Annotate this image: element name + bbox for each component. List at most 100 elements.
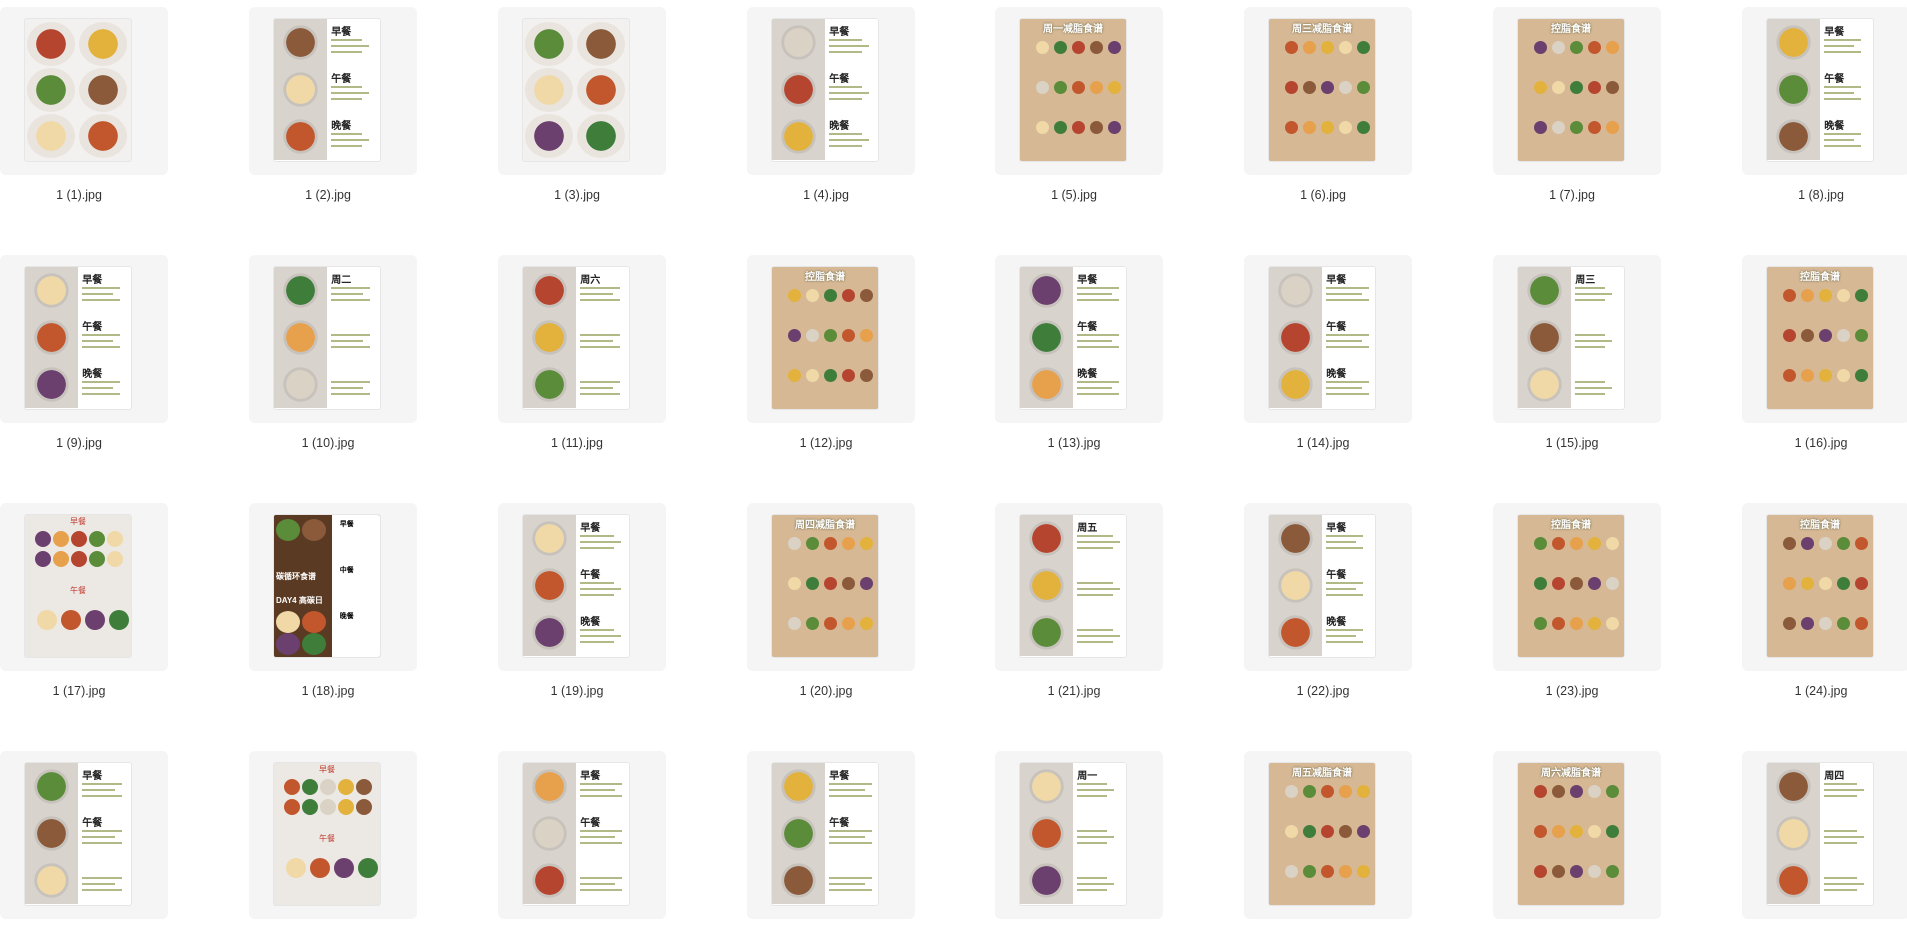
image-thumbnail[interactable]: 早餐 午餐 晚餐	[274, 19, 380, 161]
file-tile[interactable]: 1 (3).jpg	[498, 7, 666, 205]
file-name-label[interactable]: 1 (20).jpg	[747, 684, 905, 698]
file-tile[interactable]: 早餐 午餐	[498, 751, 666, 949]
thumbnail-frame[interactable]: 早餐 午餐 晚餐	[498, 503, 666, 671]
image-thumbnail[interactable]: 周六减脂食谱	[1518, 763, 1624, 905]
file-name-label[interactable]: 1 (17).jpg	[0, 684, 158, 698]
thumbnail-frame[interactable]: 控脂食谱	[1742, 503, 1907, 671]
file-tile[interactable]: 碳循环食谱 DAY4 高碳日 早餐 中餐 晚餐 1 (18).jpg	[249, 503, 417, 701]
image-thumbnail[interactable]: 周四	[1767, 763, 1873, 905]
file-tile[interactable]: 早餐 午餐 1 (17).jpg	[0, 503, 168, 701]
file-tile[interactable]: 周六 1 (11).jpg	[498, 255, 666, 453]
thumbnail-frame[interactable]: 早餐 午餐 晚餐	[1742, 7, 1907, 175]
thumbnail-frame[interactable]	[0, 7, 168, 175]
file-name-label[interactable]: 1 (9).jpg	[0, 436, 158, 450]
thumbnail-frame[interactable]: 早餐 午餐 晚餐	[0, 255, 168, 423]
image-thumbnail[interactable]: 控脂食谱	[1518, 515, 1624, 657]
file-tile[interactable]: 早餐 午餐 晚餐 1 (4).jpg	[747, 7, 915, 205]
thumbnail-frame[interactable]: 周六	[498, 255, 666, 423]
file-name-label[interactable]: 1 (12).jpg	[747, 436, 905, 450]
file-name-label[interactable]: 1 (18).jpg	[249, 684, 407, 698]
image-thumbnail[interactable]: 周三	[1518, 267, 1624, 409]
image-thumbnail[interactable]: 早餐 午餐	[25, 515, 131, 657]
file-name-label[interactable]: 1 (2).jpg	[249, 188, 407, 202]
file-name-label[interactable]: 1 (22).jpg	[1244, 684, 1402, 698]
file-name-label[interactable]: 1 (1).jpg	[0, 188, 158, 202]
image-thumbnail[interactable]: 早餐 午餐	[25, 763, 131, 905]
thumbnail-frame[interactable]: 周三减脂食谱	[1244, 7, 1412, 175]
thumbnail-frame[interactable]: 周五	[995, 503, 1163, 671]
image-thumbnail[interactable]: 控脂食谱	[772, 267, 878, 409]
thumbnail-frame[interactable]: 早餐 午餐 晚餐	[1244, 255, 1412, 423]
file-tile[interactable]: 1 (1).jpg	[0, 7, 168, 205]
thumbnail-frame[interactable]: 控脂食谱	[1493, 7, 1661, 175]
file-tile[interactable]: 早餐 午餐	[249, 751, 417, 949]
file-tile[interactable]: 周一	[995, 751, 1163, 949]
file-tile[interactable]: 早餐 午餐 晚餐 1 (2).jpg	[249, 7, 417, 205]
thumbnail-frame[interactable]: 早餐 午餐 晚餐	[747, 7, 915, 175]
image-thumbnail[interactable]: 碳循环食谱 DAY4 高碳日 早餐 中餐 晚餐	[274, 515, 380, 657]
thumbnail-frame[interactable]: 早餐 午餐	[747, 751, 915, 919]
file-tile[interactable]: 周五 1 (21).jpg	[995, 503, 1163, 701]
thumbnail-frame[interactable]: 周四	[1742, 751, 1907, 919]
file-name-label[interactable]: 1 (23).jpg	[1493, 684, 1651, 698]
thumbnail-frame[interactable]: 早餐 午餐 晚餐	[249, 7, 417, 175]
thumbnail-frame[interactable]: 早餐 午餐	[498, 751, 666, 919]
file-name-label[interactable]: 1 (16).jpg	[1742, 436, 1900, 450]
file-tile[interactable]: 控脂食谱 1 (7).jpg	[1493, 7, 1661, 205]
thumbnail-frame[interactable]: 早餐 午餐	[249, 751, 417, 919]
image-thumbnail[interactable]: 早餐 午餐 晚餐	[1020, 267, 1126, 409]
image-thumbnail[interactable]: 周四减脂食谱	[772, 515, 878, 657]
file-name-label[interactable]: 1 (24).jpg	[1742, 684, 1900, 698]
file-name-label[interactable]: 1 (8).jpg	[1742, 188, 1900, 202]
thumbnail-frame[interactable]: 周三	[1493, 255, 1661, 423]
image-thumbnail[interactable]: 控脂食谱	[1518, 19, 1624, 161]
image-thumbnail[interactable]	[523, 19, 629, 161]
image-thumbnail[interactable]: 早餐 午餐 晚餐	[1269, 267, 1375, 409]
thumbnail-frame[interactable]: 周一	[995, 751, 1163, 919]
thumbnail-frame[interactable]: 早餐 午餐 晚餐	[995, 255, 1163, 423]
file-tile[interactable]: 周三减脂食谱 1 (6).jpg	[1244, 7, 1412, 205]
image-thumbnail[interactable]: 早餐 午餐	[523, 763, 629, 905]
file-tile[interactable]: 周三 1 (15).jpg	[1493, 255, 1661, 453]
thumbnail-frame[interactable]: 周四减脂食谱	[747, 503, 915, 671]
file-name-label[interactable]: 1 (11).jpg	[498, 436, 656, 450]
file-name-label[interactable]: 1 (5).jpg	[995, 188, 1153, 202]
image-thumbnail[interactable]: 早餐 午餐 晚餐	[1269, 515, 1375, 657]
thumbnail-frame[interactable]: 控脂食谱	[1493, 503, 1661, 671]
image-thumbnail[interactable]: 周六	[523, 267, 629, 409]
file-name-label[interactable]: 1 (13).jpg	[995, 436, 1153, 450]
file-name-label[interactable]: 1 (14).jpg	[1244, 436, 1402, 450]
file-tile[interactable]: 早餐 午餐 晚餐 1 (9).jpg	[0, 255, 168, 453]
image-thumbnail[interactable]: 早餐 午餐 晚餐	[772, 19, 878, 161]
image-thumbnail[interactable]: 控脂食谱	[1767, 267, 1873, 409]
image-thumbnail[interactable]: 早餐 午餐	[274, 763, 380, 905]
file-name-label[interactable]: 1 (7).jpg	[1493, 188, 1651, 202]
image-thumbnail[interactable]: 周三减脂食谱	[1269, 19, 1375, 161]
file-tile[interactable]: 控脂食谱 1 (16).jpg	[1742, 255, 1907, 453]
file-name-label[interactable]: 1 (21).jpg	[995, 684, 1153, 698]
image-thumbnail[interactable]: 周一减脂食谱	[1020, 19, 1126, 161]
thumbnail-frame[interactable]: 周二	[249, 255, 417, 423]
thumbnail-frame[interactable]: 碳循环食谱 DAY4 高碳日 早餐 中餐 晚餐	[249, 503, 417, 671]
image-thumbnail[interactable]: 周五减脂食谱	[1269, 763, 1375, 905]
thumbnail-frame[interactable]: 早餐 午餐	[0, 751, 168, 919]
image-thumbnail[interactable]: 早餐 午餐 晚餐	[25, 267, 131, 409]
file-tile[interactable]: 周四	[1742, 751, 1907, 949]
file-name-label[interactable]: 1 (15).jpg	[1493, 436, 1651, 450]
file-name-label[interactable]: 1 (4).jpg	[747, 188, 905, 202]
thumbnail-frame[interactable]: 控脂食谱	[1742, 255, 1907, 423]
file-tile[interactable]: 早餐 午餐 晚餐 1 (14).jpg	[1244, 255, 1412, 453]
image-thumbnail[interactable]: 早餐 午餐 晚餐	[1767, 19, 1873, 161]
file-tile[interactable]: 早餐 午餐 晚餐 1 (22).jpg	[1244, 503, 1412, 701]
file-name-label[interactable]: 1 (3).jpg	[498, 188, 656, 202]
file-tile[interactable]: 周四减脂食谱 1 (20).jpg	[747, 503, 915, 701]
file-tile[interactable]: 周二 1 (10).jpg	[249, 255, 417, 453]
image-thumbnail[interactable]: 早餐 午餐	[772, 763, 878, 905]
file-tile[interactable]: 周一减脂食谱 1 (5).jpg	[995, 7, 1163, 205]
file-tile[interactable]: 早餐 午餐 晚餐 1 (19).jpg	[498, 503, 666, 701]
file-tile[interactable]: 早餐 午餐	[0, 751, 168, 949]
image-thumbnail[interactable]: 早餐 午餐 晚餐	[523, 515, 629, 657]
image-thumbnail[interactable]: 周五	[1020, 515, 1126, 657]
image-thumbnail[interactable]: 周二	[274, 267, 380, 409]
file-tile[interactable]: 控脂食谱 1 (12).jpg	[747, 255, 915, 453]
